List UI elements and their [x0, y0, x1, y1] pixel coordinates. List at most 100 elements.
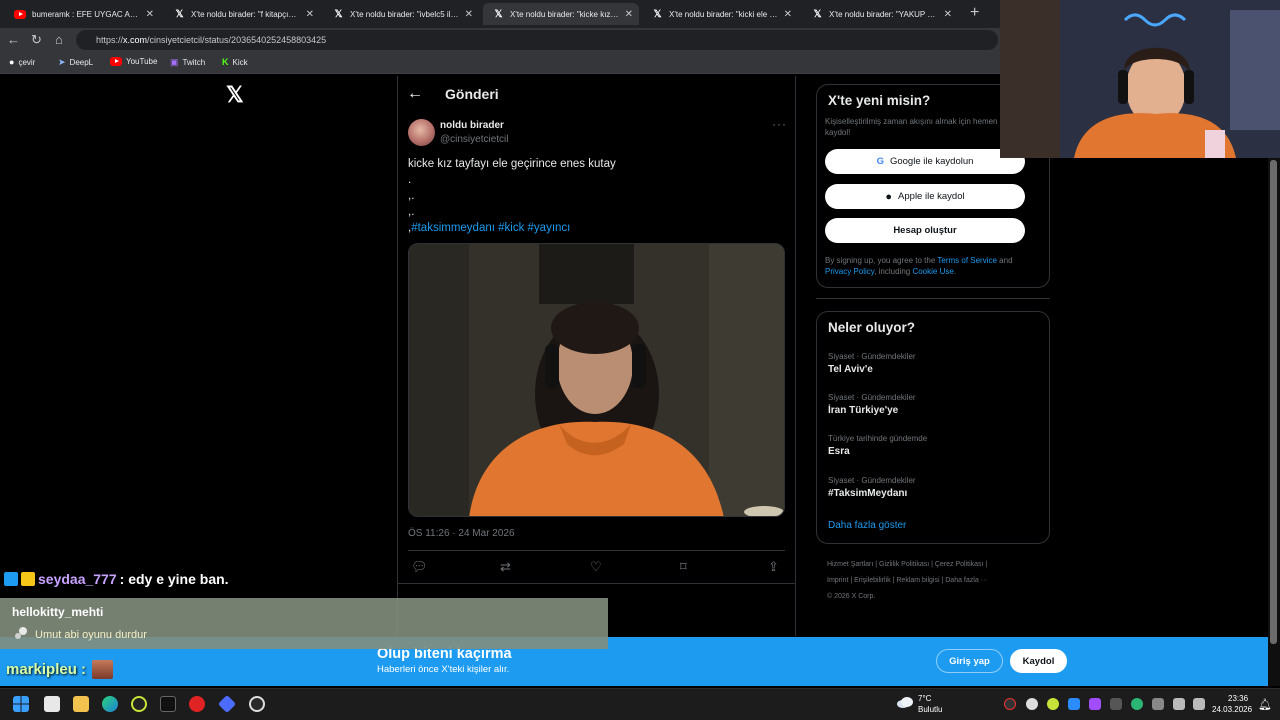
tab-2[interactable]: 𝕏 X'te noldu birader: "f kitapçığı ... ✕ [164, 3, 320, 25]
bookmark-label: Twitch [182, 58, 206, 67]
tab-title: X'te noldu birader: "kicke kız tayfa [510, 9, 619, 19]
bookmark-youtube[interactable]: YouTube [110, 57, 157, 66]
back-icon[interactable]: ← [7, 32, 20, 47]
create-account-label: Hesap oluştur [893, 225, 957, 236]
url-prefix: https:// [96, 35, 124, 45]
author-name[interactable]: noldu birader [440, 120, 504, 131]
tray-icon[interactable] [1131, 698, 1143, 710]
close-icon[interactable]: ✕ [465, 9, 473, 20]
bookmark-label: DeepL [69, 58, 94, 67]
author-handle[interactable]: @cinsiyetcietcil [440, 134, 509, 145]
tray-icon[interactable] [1110, 698, 1122, 710]
file-explorer-icon[interactable] [73, 696, 89, 712]
trend-item[interactable]: Esra [828, 446, 850, 457]
post-line: ,. [408, 206, 415, 218]
tab-title: X'te noldu birader: "YAKUP TV ENE [829, 9, 938, 19]
volume-icon[interactable] [1193, 698, 1205, 710]
x-logo-icon[interactable]: 𝕏 [226, 82, 244, 108]
tab-4-active[interactable]: 𝕏 X'te noldu birader: "kicke kız tayfa ✕ [483, 3, 639, 25]
close-icon[interactable]: ✕ [784, 9, 792, 20]
bookmark-deepl[interactable]: ➤ DeepL [58, 57, 93, 68]
bookmark-twitch[interactable]: ▣ Twitch [170, 57, 205, 68]
bookmarks-bar: ● çevir ➤ DeepL YouTube ▣ Twitch K Kick [0, 52, 1000, 74]
terms-link[interactable]: Terms of Service [937, 256, 997, 265]
cloud-icon[interactable] [896, 695, 914, 709]
clock-date[interactable]: 24.03.2026 [1212, 705, 1252, 714]
close-icon[interactable]: ✕ [146, 9, 154, 20]
chat-text: Umut abi oyunu durdur [35, 629, 147, 641]
back-arrow-icon[interactable]: ← [407, 85, 423, 103]
post-line: . [408, 174, 412, 186]
trend-item[interactable]: İran Türkiye'ye [828, 405, 898, 416]
reload-icon[interactable]: ↻ [31, 32, 42, 48]
repost-icon[interactable]: ⇄ [500, 559, 511, 575]
tab-3[interactable]: 𝕏 X'te noldu birader: "ivbelc5 ile kon ✕ [323, 3, 479, 25]
home-icon[interactable]: ⌂ [55, 32, 63, 47]
reply-icon[interactable]: 💬︎ [411, 559, 428, 575]
address-row: ← ↻ ⌂ https://x.com/cinsiyetcietcil/stat… [0, 28, 1000, 52]
google-signup-button[interactable]: G Google ile kaydolun [825, 149, 1025, 174]
terminal-icon[interactable] [160, 696, 176, 712]
webcam-illustration [1000, 0, 1280, 158]
tab-6[interactable]: 𝕏 X'te noldu birader: "YAKUP TV ENE ✕ [802, 3, 958, 25]
tray-icon[interactable] [1089, 698, 1101, 710]
login-button[interactable]: Giriş yap [936, 649, 1003, 673]
divider [816, 298, 1050, 299]
media-app-icon[interactable] [189, 696, 205, 712]
tab-1[interactable]: bumeramk : EFE UYGAC AKIMI TE ✕ [4, 3, 160, 25]
more-options-icon[interactable]: ··· [772, 117, 787, 131]
tab-5[interactable]: 𝕏 X'te noldu birader: "kicki ele geçir ✕ [642, 3, 798, 25]
app-icon[interactable] [131, 696, 147, 712]
clock-time[interactable]: 23:36 [1228, 694, 1248, 703]
url-bar[interactable]: https://x.com/cinsiyetcietcil/status/203… [76, 30, 998, 50]
trends-card [816, 311, 1050, 544]
x-icon: 𝕏 [334, 8, 343, 20]
privacy-link[interactable]: Privacy Policy [825, 267, 874, 276]
tab-title: X'te noldu birader: "ivbelc5 ile kon [350, 9, 459, 19]
tray-icon[interactable] [1026, 698, 1038, 710]
show-more-link[interactable]: Daha fazla göster [828, 520, 906, 531]
post-timestamp[interactable]: ÖS 11:26 · 24 Mar 2026 [408, 528, 515, 539]
close-icon[interactable]: ✕ [625, 9, 633, 20]
trend-item[interactable]: #TaksimMeydanı [828, 488, 907, 499]
tray-icon[interactable] [1004, 698, 1016, 710]
avatar[interactable] [408, 119, 435, 146]
network-icon[interactable] [1173, 698, 1185, 710]
tab-title: bumeramk : EFE UYGAC AKIMI TE [32, 9, 140, 19]
tray-icon[interactable] [1068, 698, 1080, 710]
new-tab-button[interactable]: + [970, 4, 979, 22]
tab-title: X'te noldu birader: "kicki ele geçir [669, 9, 778, 19]
windows-start-icon[interactable] [13, 696, 29, 712]
bookmark-icon[interactable]: ⌑ [680, 559, 687, 575]
cookie-link[interactable]: Cookie Use [912, 267, 953, 276]
signup-button[interactable]: Kaydol [1010, 649, 1067, 673]
app-icon[interactable] [249, 696, 265, 712]
create-account-button[interactable]: Hesap oluştur [825, 218, 1025, 243]
x-icon: 𝕏 [175, 8, 184, 20]
google-icon: G [876, 156, 884, 167]
post-photo[interactable] [408, 243, 785, 517]
chat-text: : edy e yine ban. [119, 571, 229, 587]
footer-row[interactable]: Hizmet Şartları | Gizlilik Politikası | … [827, 557, 1047, 573]
tray-icon[interactable] [1047, 698, 1059, 710]
share-icon[interactable]: ⇪ [768, 559, 779, 575]
bookmark-label: YouTube [126, 57, 158, 66]
footer-row[interactable]: Imprint | Erişilebilirlik | Reklam bilgi… [827, 573, 1047, 589]
post-line: ,. [408, 190, 415, 202]
like-icon[interactable]: ♡ [590, 559, 602, 575]
edge-icon[interactable] [102, 696, 118, 712]
close-icon[interactable]: ✕ [306, 9, 314, 20]
hashtags-link[interactable]: #taksimmeydanı #kick #yayıncı [411, 222, 570, 234]
divider [398, 583, 795, 584]
trend-meta: Siyaset · Gündemdekiler [828, 393, 916, 402]
apple-signup-button[interactable]: ● Apple ile kaydol [825, 184, 1025, 209]
microphone-icon[interactable] [1152, 698, 1164, 710]
close-icon[interactable]: ✕ [944, 9, 952, 20]
notification-icon[interactable]: 🔔︎ [1258, 698, 1272, 711]
bookmark-label: Kick [232, 57, 248, 67]
bookmark-kick[interactable]: K Kick [222, 57, 248, 67]
trend-item[interactable]: Tel Aviv'e [828, 364, 873, 375]
bookmark-cevir[interactable]: ● çevir [9, 57, 35, 67]
scrollbar-thumb[interactable] [1270, 160, 1277, 644]
task-view-icon[interactable] [44, 696, 60, 712]
